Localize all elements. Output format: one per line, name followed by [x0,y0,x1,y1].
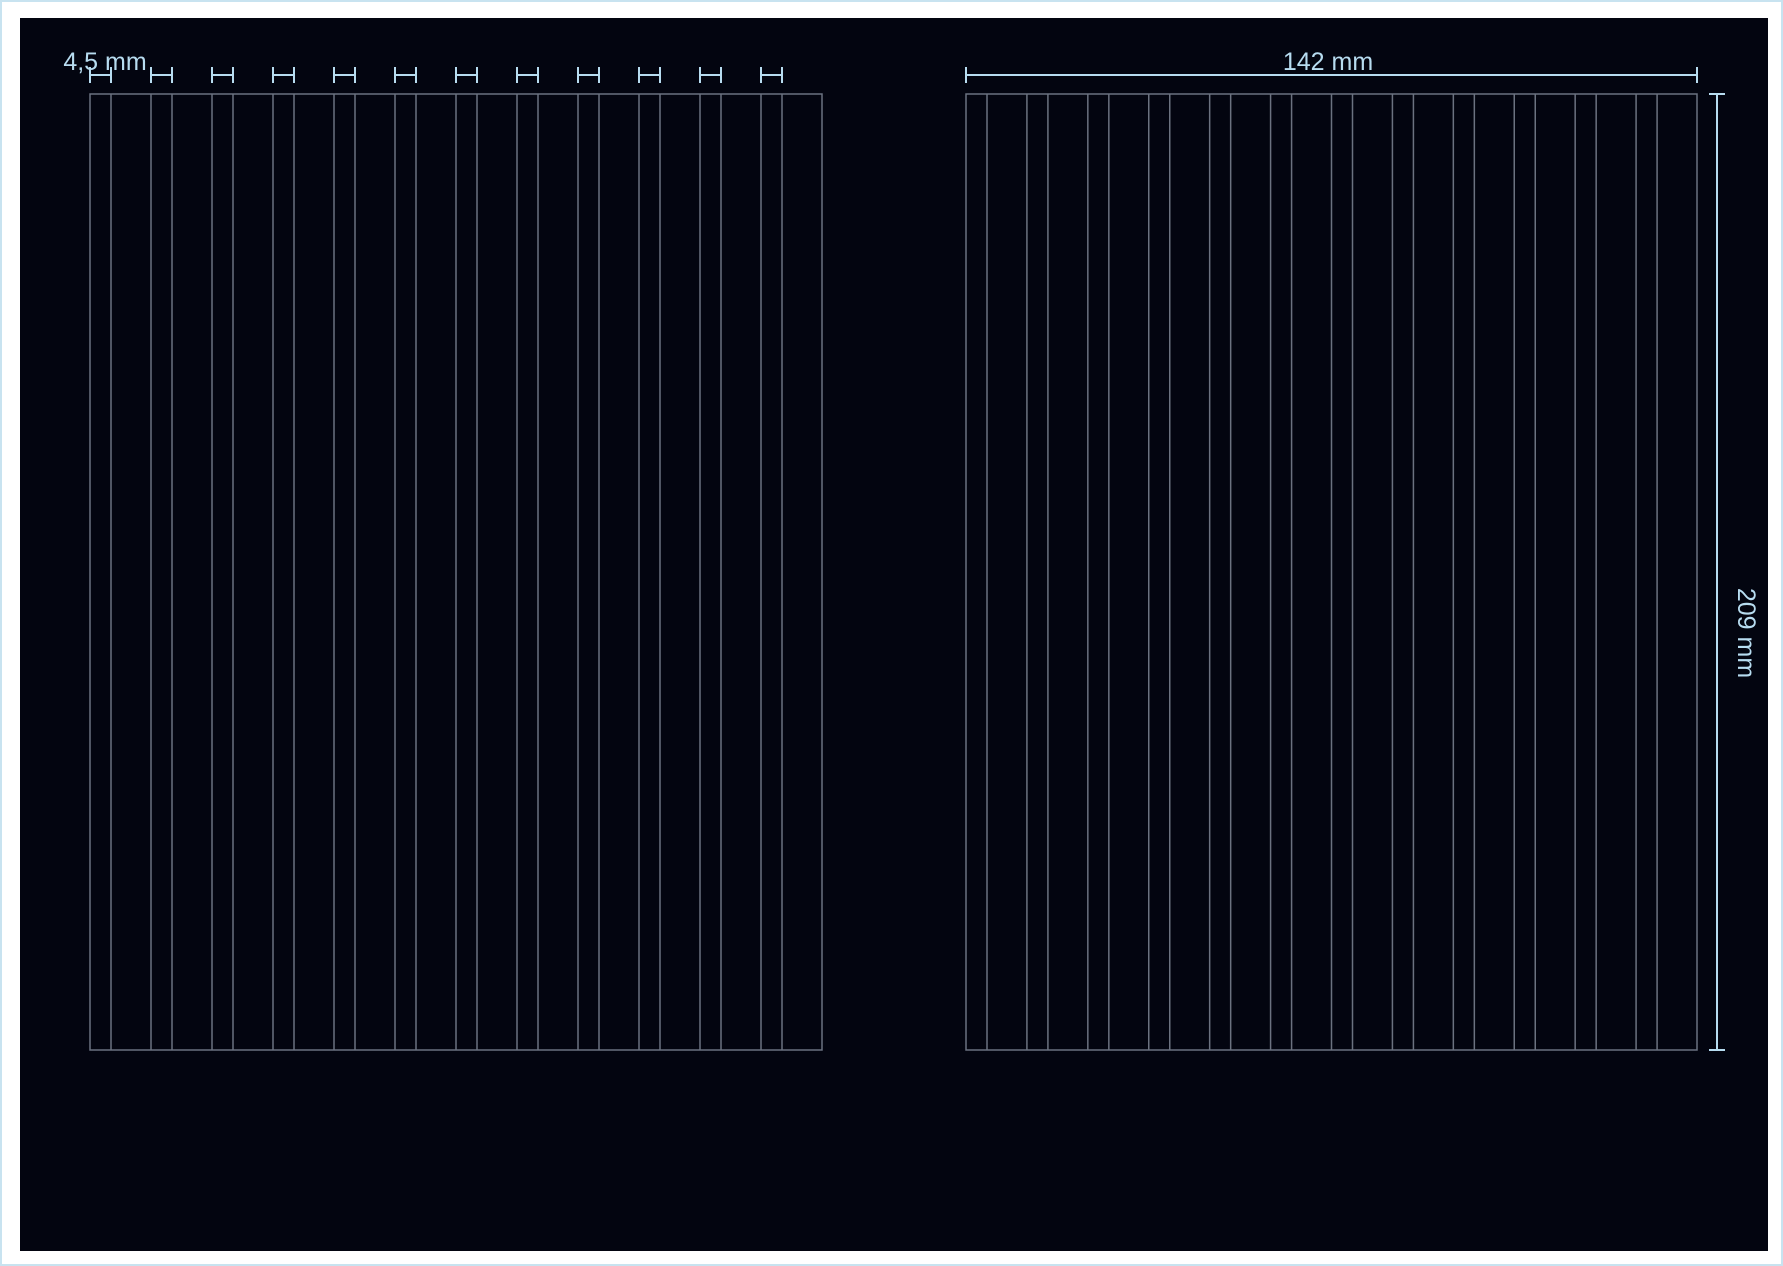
right-page-grid [965,93,1698,1051]
outer-frame: 4,5 mm 142 mm 209 mm [0,0,1783,1266]
column-grid-diagram: 4,5 mm 142 mm 209 mm [63,48,1760,1051]
page-height-label: 209 mm [1732,588,1760,678]
page-width-label: 142 mm [1283,48,1373,76]
grid-diagram-canvas: 4,5 mm 142 mm 209 mm [20,18,1768,1251]
column-width-label: 4,5 mm [63,48,146,76]
dimension-markers [89,67,1725,1051]
left-page-grid [89,93,823,1051]
